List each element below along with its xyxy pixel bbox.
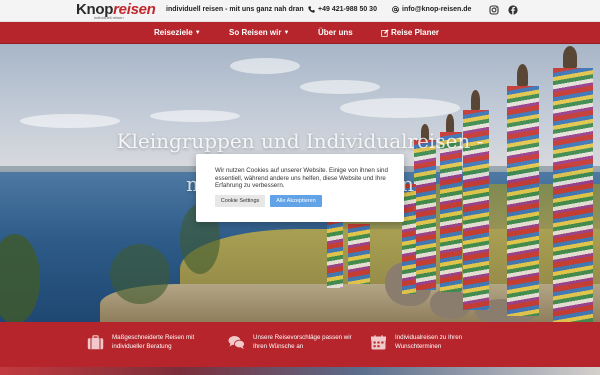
email-address: info@knop-reisen.de <box>402 6 472 13</box>
instagram-icon[interactable] <box>489 5 499 15</box>
suitcase-icon <box>87 335 104 350</box>
edit-icon <box>381 28 389 37</box>
accept-all-button[interactable]: Alle Akzeptieren <box>270 195 322 207</box>
features-bar: Maßgeschneiderte Reisen mit individuelle… <box>0 322 600 367</box>
logo-subtitle: individuell reisen <box>94 15 124 20</box>
chevron-down-icon: ▼ <box>194 29 201 36</box>
logo[interactable]: Knopreisen individuell reisen <box>76 2 156 22</box>
phone-link[interactable]: +49 421-988 50 30 <box>308 6 377 13</box>
nav-item-reise-planer[interactable]: Reise Planer <box>381 28 439 37</box>
nav-item-ueber-uns[interactable]: Über uns <box>318 28 353 37</box>
feature-item: Individualreisen zu Ihren Wunschterminen <box>370 333 495 351</box>
chevron-down-icon: ▼ <box>283 29 290 36</box>
nav-item-reiseziele[interactable]: Reiseziele ▼ <box>154 28 201 37</box>
nav-item-so-reisen-wir[interactable]: So Reisen wir ▼ <box>229 28 289 37</box>
top-bar: Knopreisen individuell reisen individuel… <box>0 0 600 22</box>
email-link[interactable]: info@knop-reisen.de <box>392 6 471 13</box>
cookie-settings-button[interactable]: Cookie Settings <box>215 195 265 207</box>
nav-label: So Reisen wir <box>229 28 282 37</box>
cookie-dialog: Wir nutzen Cookies auf unserer Website. … <box>196 154 404 222</box>
nav-label: Reiseziele <box>154 28 193 37</box>
feature-text: Individualreisen zu Ihren Wunschterminen <box>395 334 463 350</box>
calendar-icon <box>371 335 386 350</box>
next-section-preview <box>0 367 600 375</box>
tagline: individuell reisen - mit uns ganz nah dr… <box>166 6 304 13</box>
mail-icon <box>392 6 399 13</box>
feature-text: Maßgeschneiderte Reisen mit individuelle… <box>112 334 195 350</box>
facebook-icon[interactable] <box>508 5 518 15</box>
phone-number: +49 421-988 50 30 <box>318 6 377 13</box>
feature-text: Unsere Reisevorschläge passen wir Ihren … <box>253 334 352 350</box>
feature-item: Unsere Reisevorschläge passen wir Ihren … <box>228 333 353 351</box>
phone-icon <box>308 6 315 13</box>
nav-label: Über uns <box>318 28 353 37</box>
main-nav: Reiseziele ▼ So Reisen wir ▼ Über uns Re… <box>0 22 600 44</box>
nav-label: Reise Planer <box>391 28 440 37</box>
hero-title-line-1: Kleingruppen und Individualreisen - <box>116 129 484 153</box>
feature-item: Maßgeschneiderte Reisen mit individuelle… <box>87 333 212 351</box>
cookie-message: Wir nutzen Cookies auf unserer Website. … <box>215 167 388 189</box>
chat-icon <box>228 336 245 349</box>
